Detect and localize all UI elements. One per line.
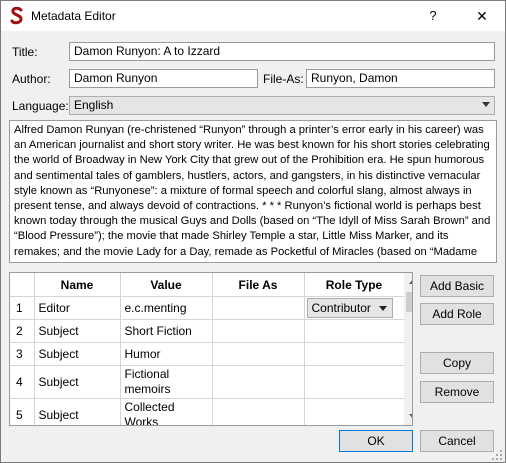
col-header-name[interactable]: Name: [34, 273, 121, 297]
close-icon[interactable]: ✕: [467, 5, 497, 27]
scroll-up-icon[interactable]: [404, 273, 412, 290]
metadata-editor-dialog: Metadata Editor ? ✕ Title: Damon Runyon:…: [0, 0, 506, 463]
cell-value[interactable]: Short Fiction: [120, 319, 213, 343]
role-type-select[interactable]: Contributor: [306, 298, 393, 318]
role-type-value: Contributor: [311, 301, 371, 315]
title-field[interactable]: Damon Runyon: A to Izzard: [69, 42, 495, 61]
metadata-table: Name Value File As Role Type 1 Editor e.…: [9, 272, 413, 426]
language-value: English: [74, 98, 114, 112]
ok-button[interactable]: OK: [339, 430, 413, 452]
cell-name[interactable]: Subject: [34, 319, 121, 343]
cell-file-as[interactable]: [212, 319, 305, 343]
author-label: Author:: [12, 72, 51, 86]
cell-name[interactable]: Subject: [34, 365, 121, 399]
description-text[interactable]: Alfred Damon Runyan (re-christened “Runy…: [9, 120, 497, 263]
table-scrollbar[interactable]: [404, 273, 412, 425]
cell-name[interactable]: Subject: [34, 342, 121, 366]
cell-name[interactable]: Editor: [34, 296, 121, 320]
file-as-field[interactable]: Runyon, Damon: [306, 69, 495, 88]
cell-role[interactable]: [304, 365, 405, 399]
col-header-file-as[interactable]: File As: [212, 273, 305, 297]
cell-role[interactable]: Contributor: [304, 296, 405, 320]
question-mark-icon[interactable]: ?: [421, 5, 445, 27]
table-row[interactable]: 2 Subject Short Fiction: [10, 319, 405, 343]
chevron-down-icon: [378, 306, 387, 311]
add-basic-button[interactable]: Add Basic: [420, 275, 494, 297]
table-row[interactable]: 3 Subject Humor: [10, 342, 405, 366]
table-row[interactable]: 4 Subject Fictional memoirs: [10, 365, 405, 399]
file-as-label: File-As:: [263, 72, 304, 86]
cell-name[interactable]: Subject: [34, 398, 121, 425]
scroll-down-icon[interactable]: [404, 408, 412, 425]
add-role-button[interactable]: Add Role: [420, 303, 494, 325]
table-row[interactable]: 1 Editor e.c.menting Contributor: [10, 296, 405, 320]
cell-role[interactable]: [304, 342, 405, 366]
copy-button[interactable]: Copy: [420, 352, 494, 374]
app-logo-icon: [9, 6, 25, 25]
row-number: 5: [10, 398, 35, 425]
language-label: Language:: [12, 99, 69, 113]
cancel-button[interactable]: Cancel: [420, 430, 494, 452]
row-number: 2: [10, 319, 35, 343]
table-row[interactable]: 5 Subject Collected Works: [10, 398, 405, 425]
row-number: 3: [10, 342, 35, 366]
window-title: Metadata Editor: [31, 9, 116, 23]
cell-value[interactable]: e.c.menting: [120, 296, 213, 320]
table-header-row: Name Value File As Role Type: [10, 273, 405, 297]
author-field[interactable]: Damon Runyon: [69, 69, 258, 88]
row-number: 4: [10, 365, 35, 399]
cell-role[interactable]: [304, 398, 405, 425]
language-select[interactable]: English: [69, 96, 495, 115]
cell-file-as[interactable]: [212, 398, 305, 425]
scrollbar-thumb[interactable]: [406, 292, 412, 312]
col-header-value[interactable]: Value: [120, 273, 213, 297]
cell-file-as[interactable]: [212, 365, 305, 399]
cell-value[interactable]: Collected Works: [120, 398, 213, 425]
cell-file-as[interactable]: [212, 296, 305, 320]
cell-role[interactable]: [304, 319, 405, 343]
resize-grip-icon[interactable]: [492, 449, 502, 460]
title-label: Title:: [12, 45, 38, 59]
row-number: 1: [10, 296, 35, 320]
cell-value[interactable]: Humor: [120, 342, 213, 366]
cell-value[interactable]: Fictional memoirs: [120, 365, 213, 399]
remove-button[interactable]: Remove: [420, 381, 494, 403]
col-header-role-type[interactable]: Role Type: [304, 273, 405, 297]
cell-file-as[interactable]: [212, 342, 305, 366]
chevron-down-icon: [482, 102, 490, 107]
col-header-num: [10, 273, 35, 297]
title-bar: Metadata Editor ? ✕: [1, 1, 505, 31]
